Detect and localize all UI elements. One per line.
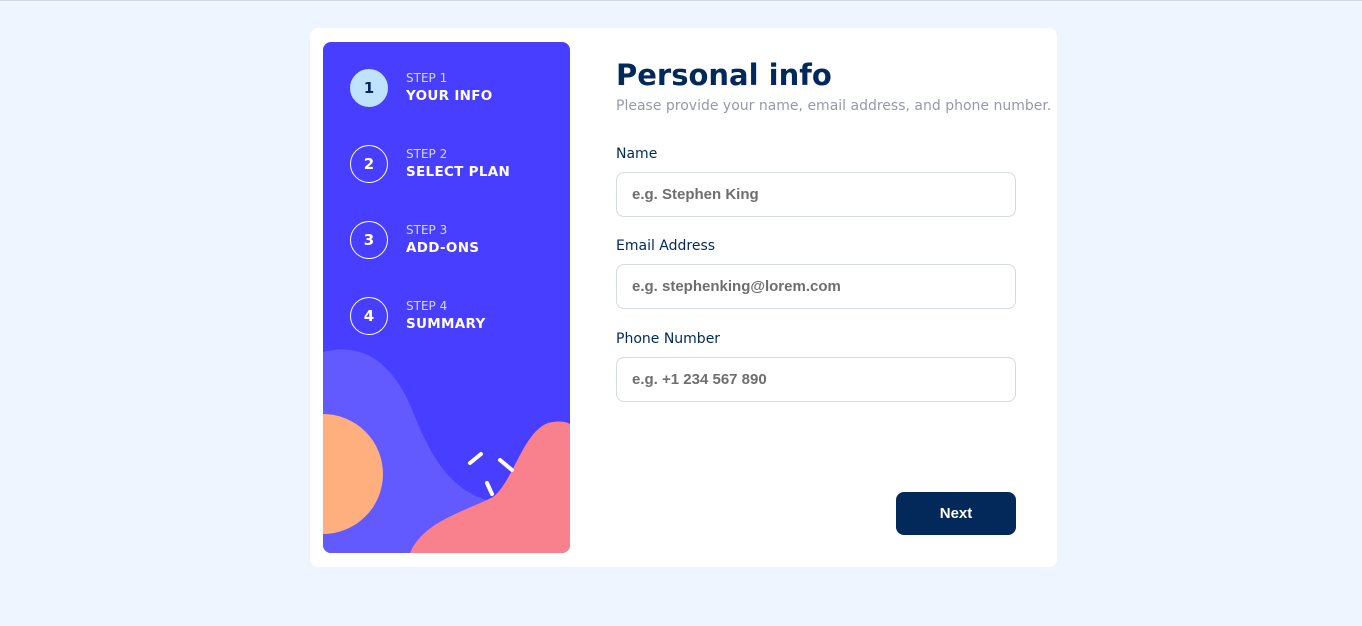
step-number-badge: 3 bbox=[350, 221, 388, 259]
step-label: STEP 1 bbox=[406, 70, 448, 85]
step-title: SUMMARY bbox=[406, 315, 486, 332]
email-field[interactable] bbox=[616, 264, 1016, 309]
step-number-badge: 2 bbox=[350, 145, 388, 183]
step-label: STEP 4 bbox=[406, 298, 448, 313]
step-2[interactable]: 2 STEP 2 SELECT PLAN bbox=[350, 145, 510, 183]
step-number-badge: 1 bbox=[350, 69, 388, 107]
name-label: Name bbox=[616, 146, 658, 162]
form-card: 1 STEP 1 YOUR INFO 2 STEP 2 SELECT PLAN … bbox=[310, 28, 1057, 567]
page-subtitle: Please provide your name, email address,… bbox=[616, 98, 1052, 114]
phone-label: Phone Number bbox=[616, 331, 721, 347]
name-field[interactable] bbox=[616, 172, 1016, 217]
step-title: YOUR INFO bbox=[406, 87, 493, 104]
step-label: STEP 3 bbox=[406, 222, 448, 237]
phone-field[interactable] bbox=[616, 357, 1016, 402]
step-title: ADD-ONS bbox=[406, 239, 480, 256]
step-4[interactable]: 4 STEP 4 SUMMARY bbox=[350, 297, 486, 335]
next-button[interactable]: Next bbox=[896, 492, 1016, 535]
email-label: Email Address bbox=[616, 238, 716, 254]
step-title: SELECT PLAN bbox=[406, 163, 511, 180]
page-title: Personal info bbox=[616, 58, 832, 92]
step-sidebar: 1 STEP 1 YOUR INFO 2 STEP 2 SELECT PLAN … bbox=[323, 42, 570, 553]
step-number-badge: 4 bbox=[350, 297, 388, 335]
step-3[interactable]: 3 STEP 3 ADD-ONS bbox=[350, 221, 479, 259]
step-label: STEP 2 bbox=[406, 146, 448, 161]
step-1[interactable]: 1 STEP 1 YOUR INFO bbox=[350, 69, 493, 107]
